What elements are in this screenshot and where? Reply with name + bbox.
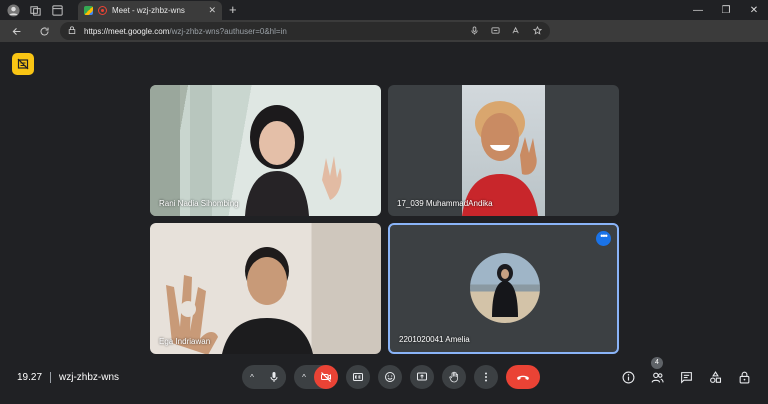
participant-name: Ega Indriawan: [159, 337, 211, 346]
participant-video: [166, 247, 313, 354]
favorite-star-icon[interactable]: [532, 25, 543, 37]
participant-name: Rani Nadia Sihombing: [159, 199, 239, 208]
new-tab-button[interactable]: +: [229, 2, 237, 17]
info-icon: [622, 371, 634, 383]
url-path: /wzj-zhbz-wns?authuser=0&hl=in: [169, 26, 287, 36]
call-controls: ^ ^: [242, 365, 540, 389]
meeting-details: 19.27 wzj-zhbz-wns: [17, 372, 119, 383]
meeting-code: wzj-zhbz-wns: [59, 372, 120, 383]
profile-avatar-icon[interactable]: [6, 3, 20, 17]
camera-control: ^: [294, 365, 338, 389]
host-controls-icon: [739, 371, 749, 383]
divider: [50, 372, 52, 383]
meeting-tools: 4: [620, 357, 752, 385]
participant-video: [150, 85, 342, 216]
meeting-badge-icon[interactable]: [12, 53, 34, 75]
people-icon: [651, 372, 664, 383]
meet-stage: Rani Nadia Sihombing 17_039 MuhammadAndi…: [0, 42, 768, 404]
participant-name: 2201020041 Amelia: [399, 335, 470, 344]
call-end-icon: [517, 375, 529, 380]
captions-icon: [353, 373, 363, 381]
participant-name: 17_039 MuhammadAndika: [397, 199, 493, 208]
chat-button[interactable]: [678, 369, 694, 385]
maximize-button[interactable]: ❐: [712, 5, 740, 16]
back-arrow-icon[interactable]: [9, 24, 23, 38]
participant-avatar: [470, 253, 540, 323]
tab-close-icon[interactable]: ✕: [208, 5, 216, 16]
recording-indicator-icon: [98, 6, 107, 15]
reload-icon[interactable]: [37, 24, 51, 38]
activities-button[interactable]: [707, 369, 723, 385]
audio-settings-chevron-icon[interactable]: ^: [242, 373, 262, 382]
text-size-icon[interactable]: [512, 26, 521, 37]
tab-actions-icon[interactable]: [50, 3, 64, 17]
more-options-button[interactable]: [474, 365, 498, 389]
participant-tile[interactable]: Ega Indriawan: [150, 223, 381, 354]
minimize-button[interactable]: —: [684, 5, 712, 16]
tab-title: Meet - wzj-zhbz-wns: [112, 6, 185, 15]
more-options-icon: [485, 372, 487, 382]
reactions-button[interactable]: [378, 365, 402, 389]
leave-call-button[interactable]: [506, 365, 540, 389]
participant-tile-active[interactable]: ••• 2201020041 Amelia: [388, 223, 619, 354]
captions-button[interactable]: [346, 365, 370, 389]
microphone-in-use-icon[interactable]: [470, 25, 479, 37]
google-meet-favicon-icon: [84, 6, 93, 15]
mic-button[interactable]: [262, 365, 286, 389]
tile-more-options-button[interactable]: •••: [596, 231, 611, 246]
meeting-control-bar: 19.27 wzj-zhbz-wns ^ ^ 4: [0, 357, 768, 404]
read-aloud-icon[interactable]: [491, 26, 500, 37]
address-bar[interactable]: https://meet.google.com/wzj-zhbz-wns?aut…: [60, 22, 550, 40]
participant-video: [462, 85, 545, 216]
workspaces-icon[interactable]: [28, 3, 42, 17]
participant-tile[interactable]: 17_039 MuhammadAndika: [388, 85, 619, 216]
meeting-time: 19.27: [17, 372, 43, 383]
chat-icon: [680, 371, 692, 384]
browser-tab-strip: Meet - wzj-zhbz-wns ✕ + — ❐ ✕: [0, 0, 768, 20]
camera-toggle-button[interactable]: [314, 365, 338, 389]
activities-icon: [709, 370, 721, 383]
camera-off-icon: [321, 372, 331, 382]
present-screen-button[interactable]: [410, 365, 434, 389]
people-button[interactable]: 4: [649, 357, 665, 385]
raise-hand-button[interactable]: [442, 365, 466, 389]
browser-toolbar: https://meet.google.com/wzj-zhbz-wns?aut…: [0, 20, 768, 57]
emoji-icon: [385, 372, 395, 382]
participant-tile[interactable]: Rani Nadia Sihombing: [150, 85, 381, 216]
meeting-details-button[interactable]: [620, 369, 636, 385]
participant-count-badge: 4: [651, 357, 663, 369]
present-icon: [417, 372, 427, 381]
mic-icon: [270, 372, 278, 382]
microphone-control: ^: [242, 365, 286, 389]
raise-hand-icon: [449, 371, 458, 383]
browser-tab-meet[interactable]: Meet - wzj-zhbz-wns ✕: [78, 1, 222, 20]
host-controls-button[interactable]: [736, 369, 752, 385]
window-controls: — ❐ ✕: [684, 0, 768, 20]
close-window-button[interactable]: ✕: [740, 5, 768, 16]
site-info-lock-icon[interactable]: [68, 26, 76, 36]
video-settings-chevron-icon[interactable]: ^: [294, 373, 314, 382]
url-host: https://meet.google.com: [84, 26, 170, 36]
